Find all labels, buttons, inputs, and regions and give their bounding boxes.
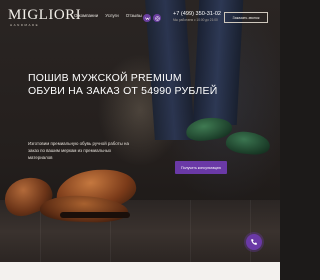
working-hours: Мы работаем с 10:00 до 21:00	[173, 18, 218, 22]
phone-number[interactable]: +7 (499) 350-31-02	[173, 11, 221, 17]
get-consultation-button[interactable]: Получить консультацию	[175, 161, 227, 174]
phone-icon	[251, 239, 257, 245]
description-line: Изготовим премиальную обувь ручной работ…	[28, 141, 129, 146]
logo-text: MIGLIORI	[8, 7, 82, 23]
site-header: MIGLIORI HANDMADE О компании Услуги Отзы…	[0, 0, 280, 32]
green-shoe-image	[224, 129, 272, 157]
instagram-icon[interactable]	[153, 14, 161, 22]
main-nav: О компании Услуги Отзывы	[74, 13, 142, 18]
description-line: заказ по вашим меркам из премиальных	[28, 148, 112, 153]
headline-line: ПОШИВ МУЖСКОЙ PREMIUM	[28, 72, 182, 84]
brand-logo[interactable]: MIGLIORI HANDMADE	[8, 7, 82, 28]
vk-icon[interactable]	[143, 14, 151, 22]
nav-link-services[interactable]: Услуги	[105, 13, 119, 18]
nav-link-reviews[interactable]: Отзывы	[126, 13, 142, 18]
headline-line: ОБУВИ НА ЗАКАЗ ОТ 54990 РУБЛЕЙ	[28, 85, 218, 97]
nav-link-about[interactable]: О компании	[74, 13, 98, 18]
contact-block: +7 (499) 350-31-02 Мы работаем с 10:00 д…	[173, 11, 221, 22]
hero-description: Изготовим премиальную обувь ручной работ…	[28, 140, 144, 161]
shoe-sole-image	[60, 212, 130, 218]
chat-widget-button[interactable]	[246, 234, 262, 250]
callback-button[interactable]: Заказать звонок	[224, 12, 268, 23]
logo-subtitle: HANDMADE	[10, 23, 40, 27]
description-line: материалов	[28, 155, 53, 160]
page-bottom-strip	[0, 262, 280, 280]
hero-headline: ПОШИВ МУЖСКОЙ PREMIUM ОБУВИ НА ЗАКАЗ ОТ …	[28, 72, 228, 98]
